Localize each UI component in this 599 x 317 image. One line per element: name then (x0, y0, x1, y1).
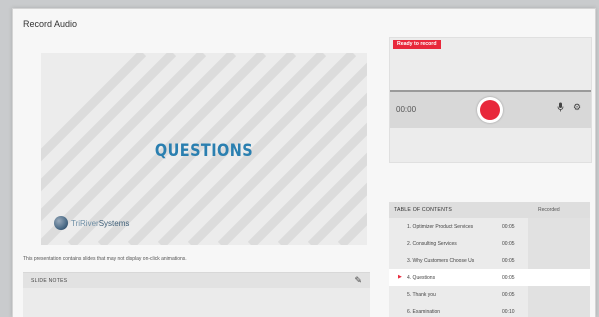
table-of-contents: TABLE OF CONTENTS Recorded 1. Optimizer … (389, 202, 590, 317)
company-logo: TriRiverSystems (54, 216, 129, 230)
slide-notes-area[interactable] (23, 288, 370, 317)
record-audio-window: Record Audio QUESTIONS TriRiverSystems T… (12, 8, 596, 317)
toc-row-recorded (528, 269, 590, 286)
logo-suffix: Systems (98, 218, 130, 228)
slide-notes-header: SLIDE NOTES ✎ (23, 272, 370, 289)
status-badge: Ready to record (393, 40, 441, 49)
toc-row-duration: 00:05 (502, 224, 515, 230)
record-icon (480, 100, 500, 120)
toc-heading: TABLE OF CONTENTS (394, 207, 453, 213)
toc-row-recorded (528, 235, 590, 252)
toc-row-name: 2. Consulting Services (407, 241, 457, 247)
recorder-panel: Ready to record 00:00 ⚙ (389, 37, 592, 163)
recorder-controls: 00:00 ⚙ (390, 90, 591, 128)
toc-row-duration: 00:05 (502, 275, 515, 281)
window-title: Record Audio (23, 19, 78, 29)
toc-row-current[interactable]: ▶ 4. Questions 00:05 (389, 269, 590, 286)
toc-row-recorded (528, 303, 590, 317)
toc-header: TABLE OF CONTENTS Recorded (389, 202, 590, 218)
toc-row[interactable]: 6. Examination 00:10 (389, 303, 590, 317)
toc-row-name: 5. Thank you (407, 292, 436, 298)
toc-row[interactable]: 5. Thank you 00:05 (389, 286, 590, 303)
microphone-icon[interactable] (557, 102, 564, 112)
slide-notes-label: SLIDE NOTES (31, 278, 68, 284)
logo-text: TriRiverSystems (71, 219, 129, 228)
logo-prefix: TriRiver (71, 218, 99, 228)
toc-row[interactable]: 1. Optimizer Product Services 00:05 (389, 218, 590, 235)
slide-preview: QUESTIONS TriRiverSystems (41, 53, 367, 245)
toc-row-recorded (528, 218, 590, 235)
toc-row-duration: 00:05 (502, 292, 515, 298)
record-button[interactable] (477, 97, 503, 123)
toc-row-name: 6. Examination (407, 309, 441, 315)
animation-notice: This presentation contains slides that m… (23, 256, 187, 262)
gear-icon[interactable]: ⚙ (573, 102, 581, 113)
pencil-icon[interactable]: ✎ (354, 275, 362, 286)
recording-timer: 00:00 (396, 105, 417, 114)
toc-row-duration: 00:10 (502, 309, 515, 315)
toc-list: 1. Optimizer Product Services 00:05 2. C… (389, 218, 590, 317)
toc-row-name: 4. Questions (407, 275, 436, 281)
current-slide-marker-icon: ▶ (398, 274, 402, 280)
toc-row-name: 3. Why Customers Choose Us (407, 258, 475, 264)
toc-row-duration: 00:05 (502, 258, 515, 264)
recorded-heading: Recorded (538, 207, 560, 213)
toc-row-name: 1. Optimizer Product Services (407, 224, 474, 230)
slide-title: QUESTIONS (154, 141, 254, 161)
toc-row-recorded (528, 252, 590, 269)
toc-row-duration: 00:05 (502, 241, 515, 247)
logo-mark-icon (54, 216, 68, 230)
toc-row[interactable]: 2. Consulting Services 00:05 (389, 235, 590, 252)
toc-row[interactable]: 3. Why Customers Choose Us 00:05 (389, 252, 590, 269)
toc-row-recorded (528, 286, 590, 303)
